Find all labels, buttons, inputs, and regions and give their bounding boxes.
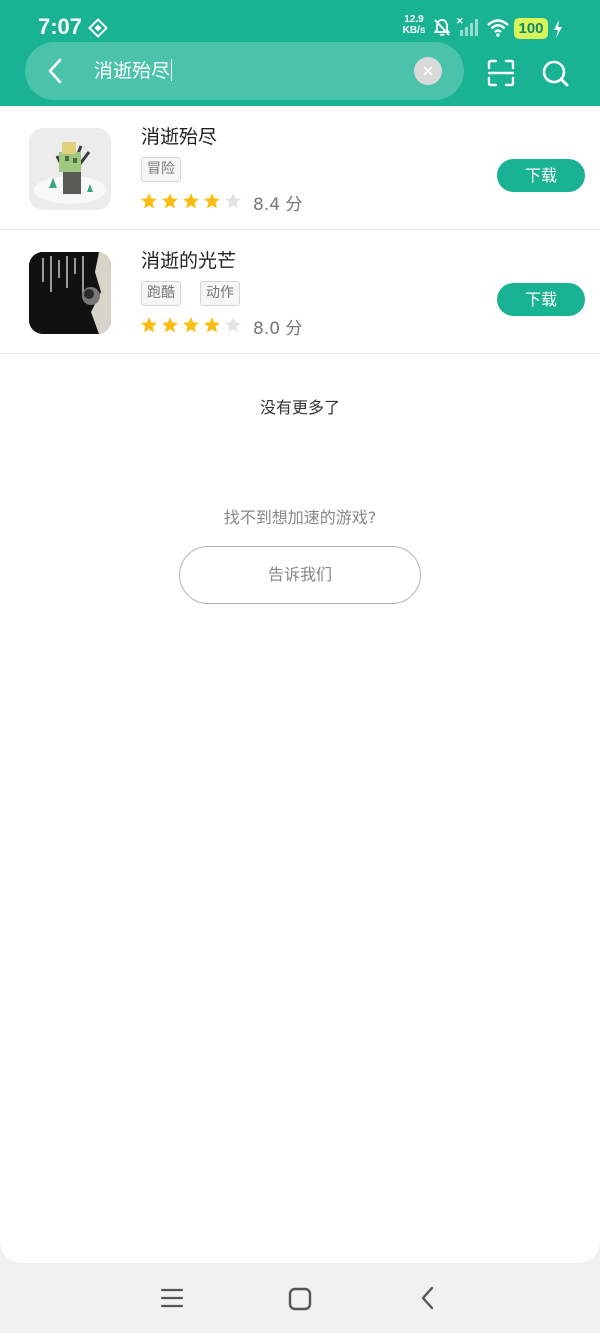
search-bar[interactable] <box>25 42 464 100</box>
clear-search-button[interactable] <box>414 57 442 85</box>
star-filled-icon <box>141 317 157 333</box>
star-filled-icon <box>204 193 220 209</box>
genre-tag: 跑酷 <box>141 281 181 306</box>
download-button[interactable]: 下载 <box>497 159 585 192</box>
results-panel: 消逝殆尽 冒险 8.4 分 下载 消逝的光芒 跑酷 动作 8.0 分 下载 没有… <box>0 106 600 1263</box>
not-found-prompt: 找不到想加速的游戏? <box>223 508 377 527</box>
net-speed: 12.9 KB/s <box>400 14 428 36</box>
search-query: 消逝殆尽 <box>94 60 171 82</box>
star-empty-icon <box>225 317 241 333</box>
wifi-icon <box>487 19 509 37</box>
clear-icon <box>423 66 433 76</box>
star-filled-icon <box>162 317 178 333</box>
status-bar: 7:07 12.9 KB/s ✕ 100 <box>0 0 600 48</box>
star-rating <box>140 316 242 334</box>
game-title[interactable]: 消逝的光芒 <box>141 246 236 273</box>
download-button[interactable]: 下载 <box>497 283 585 316</box>
tag-list: 冒险 <box>141 157 181 182</box>
signal-icon: ✕ <box>456 16 478 36</box>
star-filled-icon <box>183 317 199 333</box>
top-bar: 7:07 12.9 KB/s ✕ 100 消逝殆尽 <box>0 0 600 106</box>
menu-icon[interactable] <box>160 1286 184 1310</box>
back-arrow-icon[interactable] <box>44 58 68 84</box>
game-result-row[interactable]: 消逝的光芒 跑酷 动作 8.0 分 下载 <box>0 230 600 354</box>
no-more-text: 没有更多了 <box>259 398 340 417</box>
tell-us-button[interactable]: 告诉我们 <box>179 546 421 604</box>
star-empty-icon <box>225 193 241 209</box>
game-title[interactable]: 消逝殆尽 <box>141 122 217 149</box>
charging-bolt-icon <box>554 20 562 38</box>
scan-icon[interactable] <box>486 58 516 88</box>
bell-muted-icon <box>433 19 451 36</box>
star-filled-icon <box>162 193 178 209</box>
net-speed-unit: KB/s <box>402 25 426 36</box>
star-filled-icon <box>183 193 199 209</box>
home-icon[interactable] <box>287 1286 313 1312</box>
star-filled-icon <box>204 317 220 333</box>
tag-list: 跑酷 动作 <box>141 281 240 306</box>
genre-tag: 动作 <box>200 281 240 306</box>
game-icon-image <box>29 252 111 334</box>
search-icon[interactable] <box>540 58 570 88</box>
battery-level: 100 <box>514 18 548 39</box>
game-icon-image <box>29 128 111 210</box>
rating-score: 8.0 分 <box>253 319 303 339</box>
system-nav-bar <box>0 1263 600 1333</box>
net-speed-value: 12.9 <box>404 14 424 25</box>
svg-text:✕: ✕ <box>456 16 464 26</box>
status-time: 7:07 <box>38 14 83 39</box>
rating-score: 8.4 分 <box>253 195 303 215</box>
genre-tag: 冒险 <box>141 157 181 182</box>
text-caret <box>171 59 173 81</box>
star-filled-icon <box>141 193 157 209</box>
sim-icon <box>88 18 108 38</box>
game-result-row[interactable]: 消逝殆尽 冒险 8.4 分 下载 <box>0 106 600 230</box>
search-input[interactable]: 消逝殆尽 <box>94 58 173 84</box>
star-rating <box>140 192 242 210</box>
back-icon[interactable] <box>416 1285 440 1311</box>
